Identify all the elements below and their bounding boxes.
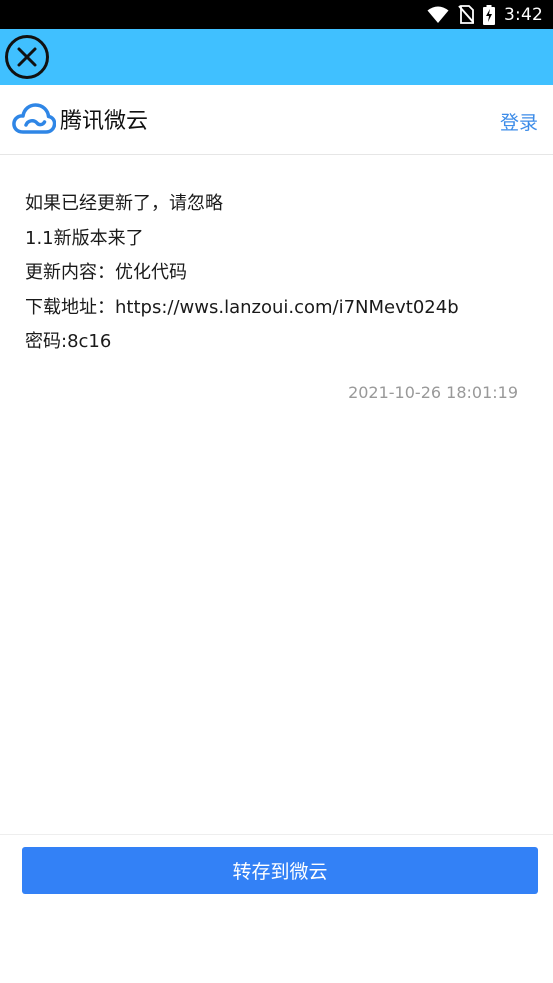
app-header: 腾讯微云 登录 (0, 85, 553, 155)
wifi-icon (427, 6, 449, 23)
message-timestamp: 2021-10-26 18:01:19 (348, 383, 518, 402)
message-line: 如果已经更新了，请忽略 (25, 193, 223, 214)
footer-divider (0, 834, 553, 835)
download-link-line[interactable]: 下载地址：https://wws.lanzoui.com/i7NMevt024b (25, 291, 525, 326)
cloud-logo-icon (12, 103, 56, 134)
message-content: 如果已经更新了，请忽略 1.1新版本来了 更新内容：优化代码 下载地址：http… (25, 187, 525, 360)
password-line: 密码:8c16 (25, 331, 112, 352)
status-icons: 3:42 (427, 0, 543, 29)
logo-text: 腾讯微云 (60, 109, 149, 134)
message-line: 1.1新版本来了 (25, 227, 144, 249)
status-time: 3:42 (504, 4, 543, 25)
battery-charging-icon (483, 4, 496, 25)
no-sim-icon (458, 5, 475, 24)
close-button[interactable] (4, 34, 50, 80)
save-to-weiyun-button[interactable]: 转存到微云 (22, 847, 538, 894)
close-circle-icon (5, 35, 49, 79)
message-line: 更新内容：优化代码 (25, 262, 187, 283)
status-bar: 3:42 (0, 0, 553, 29)
top-bar (0, 29, 553, 85)
weiyun-logo[interactable]: 腾讯微云 (12, 103, 148, 135)
login-link[interactable]: 登录 (500, 108, 538, 135)
